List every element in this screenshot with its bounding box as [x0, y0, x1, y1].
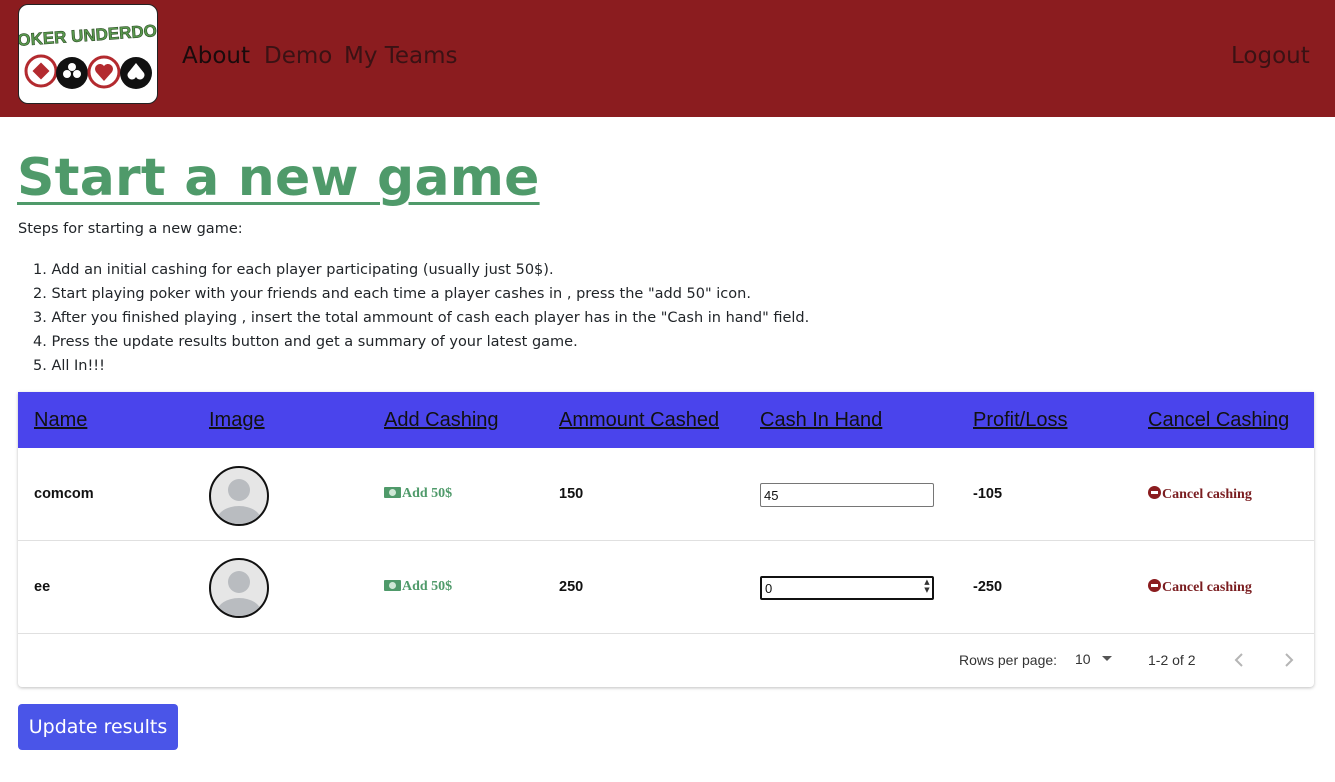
intro-text: Steps for starting a new game:: [18, 221, 243, 237]
logout-link[interactable]: Logout: [1231, 40, 1310, 72]
chevron-left-icon: [1234, 653, 1243, 667]
column-header-image[interactable]: Image: [209, 408, 265, 432]
cancel-cashing-button[interactable]: Cancel cashing: [1148, 486, 1252, 503]
cancel-cashing-label: Cancel cashing: [1162, 487, 1252, 502]
money-icon: [384, 487, 401, 498]
add-cashing-button[interactable]: Add 50$: [384, 486, 452, 502]
table-pagination: Rows per page: 10 1-2 of 2: [18, 634, 1314, 687]
cancel-icon: [1148, 579, 1161, 592]
step-item: 4. Press the update results button and g…: [33, 334, 578, 350]
add-cashing-label: Add 50$: [402, 579, 453, 594]
amount-cashed: 150: [559, 486, 584, 502]
rows-per-page-label: Rows per page:: [959, 652, 1058, 668]
money-icon: [384, 580, 401, 591]
players-table: Name Image Add Cashing Ammount Cashed Ca…: [18, 392, 1314, 687]
pagination-range: 1-2 of 2: [1148, 652, 1196, 668]
cash-in-hand-input[interactable]: [760, 483, 934, 507]
page-title[interactable]: Start a new game: [17, 143, 540, 213]
cash-in-hand-input[interactable]: [760, 576, 934, 600]
rows-per-page-value: 10: [1075, 651, 1091, 667]
logo-graphic: POKER UNDERDOG: [19, 20, 157, 89]
step-item: 3. After you finished playing , insert t…: [33, 310, 810, 326]
player-avatar: [209, 466, 269, 526]
cancel-cashing-label: Cancel cashing: [1162, 580, 1252, 595]
next-page-button[interactable]: [1278, 650, 1298, 673]
avatar-placeholder-icon: [217, 479, 261, 524]
nav-link-demo[interactable]: Demo: [264, 40, 332, 72]
table-header: Name Image Add Cashing Ammount Cashed Ca…: [18, 392, 1314, 448]
column-header-profit-loss[interactable]: Profit/Loss: [973, 408, 1067, 432]
previous-page-button[interactable]: [1230, 650, 1250, 673]
cancel-cashing-button[interactable]: Cancel cashing: [1148, 579, 1252, 596]
caret-down-icon: [1102, 656, 1113, 661]
column-header-amount-cashed[interactable]: Ammount Cashed: [559, 408, 719, 432]
step-item: 1. Add an initial cashing for each playe…: [33, 262, 554, 278]
steps-list: 1. Add an initial cashing for each playe…: [18, 258, 809, 378]
amount-cashed: 250: [559, 579, 584, 595]
nav-link-about[interactable]: About: [182, 40, 250, 72]
player-name: ee: [34, 579, 51, 595]
logo-text: POKER UNDERDOG: [19, 20, 157, 50]
navbar: POKER UNDERDOG About Demo My Teams Logou…: [0, 0, 1335, 117]
table-row: ee Add 50$ 250 ▲▼ -250 Cancel cashing: [18, 541, 1314, 634]
number-spinner[interactable]: ▲ ▼: [922, 578, 932, 594]
column-header-name[interactable]: Name: [34, 408, 87, 432]
rows-per-page-select[interactable]: 10: [1075, 651, 1113, 667]
update-results-button[interactable]: Update results: [18, 704, 178, 750]
column-header-cash-in-hand[interactable]: Cash In Hand: [760, 408, 882, 432]
player-name: comcom: [34, 486, 94, 502]
step-item: 2. Start playing poker with your friends…: [33, 286, 751, 302]
profit-loss: -250: [973, 579, 1003, 595]
logo-image[interactable]: POKER UNDERDOG: [18, 4, 158, 104]
player-avatar: [209, 558, 269, 618]
profit-loss: -105: [973, 486, 1003, 502]
add-cashing-label: Add 50$: [402, 486, 453, 501]
chevron-right-icon: [1285, 653, 1294, 667]
table-row: comcom Add 50$ 150 -105 Cancel cashing: [18, 448, 1314, 541]
column-header-cancel-cashing[interactable]: Cancel Cashing: [1148, 408, 1289, 432]
nav-link-my-teams[interactable]: My Teams: [344, 40, 458, 72]
add-cashing-button[interactable]: Add 50$: [384, 579, 452, 595]
cash-in-hand-field: ▲▼: [760, 576, 934, 600]
cancel-icon: [1148, 486, 1161, 499]
column-header-add-cashing[interactable]: Add Cashing: [384, 408, 499, 432]
step-item: 5. All In!!!: [33, 358, 105, 374]
avatar-placeholder-icon: [217, 571, 261, 616]
